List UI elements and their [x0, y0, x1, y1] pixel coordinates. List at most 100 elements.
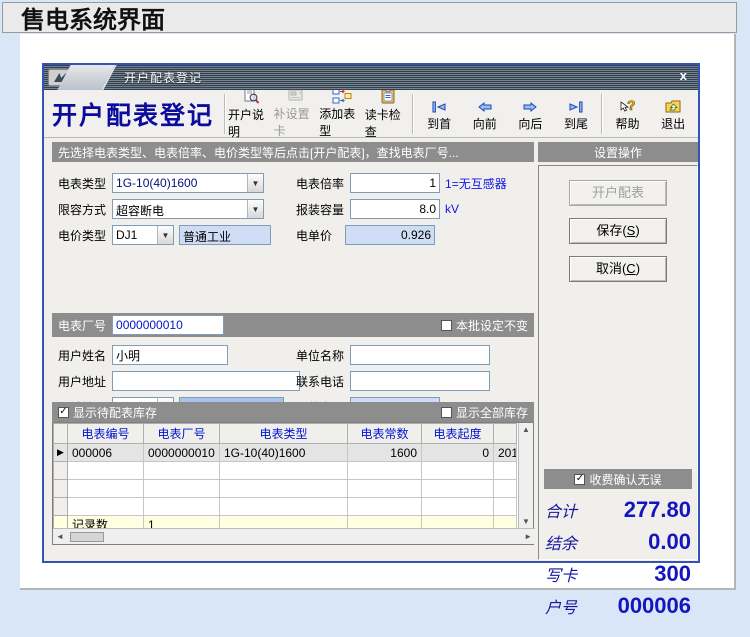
- exit-button[interactable]: 退出: [650, 92, 696, 136]
- price-type-label: 电价类型: [58, 228, 107, 243]
- chevron-down-icon[interactable]: ▼: [157, 226, 174, 244]
- nav-first-icon: [430, 96, 448, 114]
- unit-price-label: 电单价: [296, 228, 333, 243]
- meter-ratio-input[interactable]: [350, 173, 441, 193]
- empty-row: [53, 461, 517, 480]
- meter-ratio-label: 电表倍率: [296, 176, 345, 191]
- nav-next-button[interactable]: 向后: [508, 92, 554, 136]
- address-label: 用户地址: [58, 374, 107, 389]
- meter-ratio-note: 1=无互感器: [445, 176, 507, 191]
- nav-last-button[interactable]: 到尾: [553, 92, 599, 136]
- toolbar-separator: [412, 93, 415, 134]
- meter-type-select[interactable]: 1G-10(40)1600 ▼: [112, 173, 265, 193]
- toolbar: 开户配表登记 开户说明 * 补设置卡 添加表型 读卡检查 到首 向前 向后 到尾…: [44, 87, 698, 139]
- toolbar-separator: [600, 93, 603, 134]
- limit-mode-label: 限容方式: [58, 202, 107, 217]
- scroll-up-icon[interactable]: ▲: [522, 425, 530, 434]
- summary-total-row: 合计 277.80: [545, 497, 691, 522]
- batch-fixed-checkbox[interactable]: [440, 319, 452, 331]
- page-title: 售电系统界面: [2, 2, 737, 34]
- pending-stock-checkbox[interactable]: [58, 406, 69, 418]
- col-factory-no[interactable]: 电表厂号: [143, 423, 220, 444]
- table-header-row: 电表编号 电表厂号 电表类型 电表常数 电表起度: [53, 423, 517, 444]
- exit-icon: [664, 96, 682, 114]
- factory-no-label: 电表厂号: [58, 318, 107, 333]
- stock-filter-bar: 显示待配表库存 显示全部库存: [52, 402, 534, 422]
- dialog-titlebar: 开户配表登记 x: [44, 65, 698, 90]
- setup-card-button: * 补设置卡: [274, 89, 320, 138]
- col-constant[interactable]: 电表常数: [347, 423, 422, 444]
- read-card-check-button[interactable]: 读卡检查: [365, 88, 411, 139]
- open-meter-config-button: 开户配表: [569, 180, 667, 206]
- summary-writecard-row: 写卡 300: [545, 561, 691, 586]
- hint-bar: 先选择电表类型、电表倍率、电价类型等后点击[开户配表]，查找电表厂号...: [52, 142, 534, 162]
- chevron-down-icon[interactable]: ▼: [247, 174, 264, 192]
- chevron-down-icon[interactable]: ▼: [247, 200, 264, 218]
- phone-input[interactable]: [350, 371, 491, 391]
- org-name-input[interactable]: [350, 345, 491, 365]
- fee-confirm-checkbox[interactable]: [574, 473, 586, 485]
- help-icon: ?: [619, 96, 637, 114]
- add-meter-type-icon: [332, 88, 352, 104]
- add-meter-type-button[interactable]: 添加表型: [319, 88, 365, 138]
- user-name-label: 用户姓名: [58, 348, 107, 363]
- dialog-title: 开户配表登记: [124, 71, 203, 85]
- empty-row: [53, 479, 517, 498]
- table-row[interactable]: ▶ 000006 0000000010 1G-10(40)1600 1600 0…: [53, 443, 517, 462]
- nav-prev-button[interactable]: 向前: [462, 92, 508, 136]
- capacity-input[interactable]: [350, 199, 441, 219]
- factory-no-bar: 电表厂号 本批设定不变: [52, 313, 534, 337]
- phone-label: 联系电话: [296, 374, 345, 389]
- cancel-button[interactable]: 取消(C): [569, 256, 667, 282]
- toolbar-separator: [224, 93, 227, 134]
- summary-balance-row: 结余 0.00: [545, 529, 691, 554]
- write-card-value: 300: [654, 561, 691, 586]
- toolbar-brand-title: 开户配表登记: [52, 100, 215, 130]
- scrollbar-thumb[interactable]: [69, 531, 104, 542]
- col-start-reading[interactable]: 电表起度: [421, 423, 494, 444]
- nav-first-button[interactable]: 到首: [416, 92, 462, 136]
- table-vertical-scrollbar[interactable]: ▲ ▼: [518, 423, 533, 528]
- nav-next-icon: [521, 96, 539, 114]
- price-type-select[interactable]: DJ1 ▼: [112, 225, 175, 245]
- scroll-right-icon[interactable]: ►: [524, 532, 532, 541]
- dialog-window: 开户配表登记 x 开户配表登记 开户说明 * 补设置卡 添加表型 读卡检查 到首…: [42, 63, 700, 618]
- fee-confirm-label: 收费确认无误: [589, 472, 662, 487]
- empty-row: [53, 497, 517, 516]
- user-name-input[interactable]: [112, 345, 229, 365]
- total-value: 277.80: [623, 497, 691, 522]
- all-stock-checkbox[interactable]: [440, 406, 452, 418]
- settings-panel: 开户配表 保存(S) 取消(C) 收费确认无误 合计 277.80 结余 0.0…: [538, 165, 698, 618]
- summary-account-row: 户号 000006: [545, 593, 691, 618]
- col-meter-type[interactable]: 电表类型: [219, 423, 348, 444]
- account-no-value: 000006: [617, 593, 691, 618]
- open-instructions-button[interactable]: 开户说明: [228, 87, 274, 139]
- meter-type-label: 电表类型: [58, 176, 107, 191]
- read-card-icon: [379, 88, 397, 105]
- address-input[interactable]: [112, 371, 301, 391]
- help-button[interactable]: ? 帮助: [605, 92, 651, 136]
- unit-price-value: 0.926: [345, 225, 436, 245]
- capacity-unit: kV: [445, 202, 460, 216]
- fee-confirm-bar[interactable]: 收费确认无误: [544, 469, 692, 489]
- row-selector-icon: ▶: [53, 443, 68, 462]
- nav-last-icon: [567, 96, 585, 114]
- scroll-left-icon[interactable]: ◄: [56, 532, 64, 541]
- save-button[interactable]: 保存(S): [569, 218, 667, 244]
- close-icon[interactable]: x: [676, 68, 691, 83]
- table-horizontal-scrollbar[interactable]: ◄ ►: [53, 528, 535, 544]
- scroll-down-icon[interactable]: ▼: [522, 517, 530, 526]
- limit-mode-select[interactable]: 超容断电 ▼: [112, 199, 265, 219]
- price-type-desc: 普通工业: [179, 225, 272, 245]
- meter-stock-table: 电表编号 电表厂号 电表类型 电表常数 电表起度 ▶ 000006 000000…: [52, 422, 535, 545]
- show-all-stock-option[interactable]: 显示全部库存: [440, 404, 528, 421]
- batch-fixed-label: 本批设定不变: [455, 318, 528, 333]
- settings-panel-title: 设置操作: [538, 142, 698, 162]
- factory-no-input[interactable]: [112, 315, 225, 335]
- show-pending-stock-option[interactable]: 显示待配表库存: [58, 404, 157, 421]
- balance-value: 0.00: [648, 529, 691, 554]
- svg-text:?: ?: [627, 97, 636, 113]
- col-meter-id[interactable]: 电表编号: [67, 423, 144, 444]
- org-name-label: 单位名称: [296, 348, 345, 363]
- capacity-label: 报装容量: [296, 202, 345, 217]
